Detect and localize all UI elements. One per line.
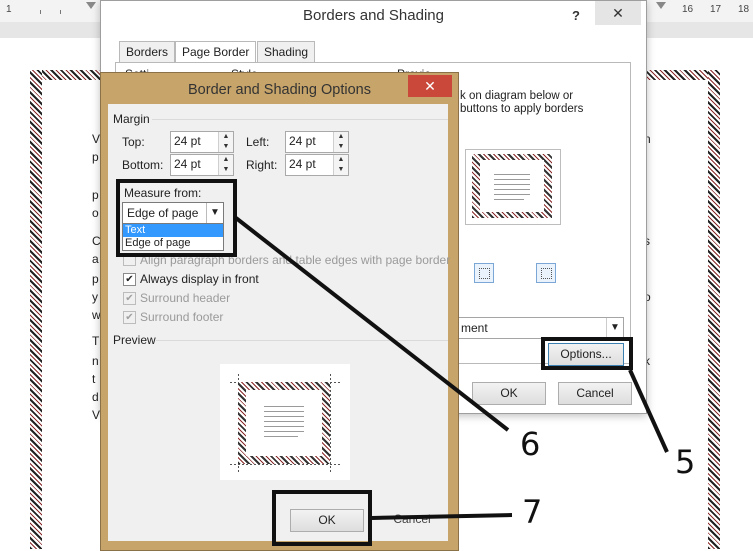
arrow-line-7 — [371, 513, 513, 520]
arrow-line-6 — [234, 216, 510, 432]
annotation-arrows — [234, 216, 669, 520]
annotation-number-5: 5 — [675, 443, 696, 481]
annotation-number-6: 6 — [520, 425, 541, 463]
arrow-line-5 — [628, 369, 669, 453]
annotation-number-7: 7 — [522, 493, 543, 531]
